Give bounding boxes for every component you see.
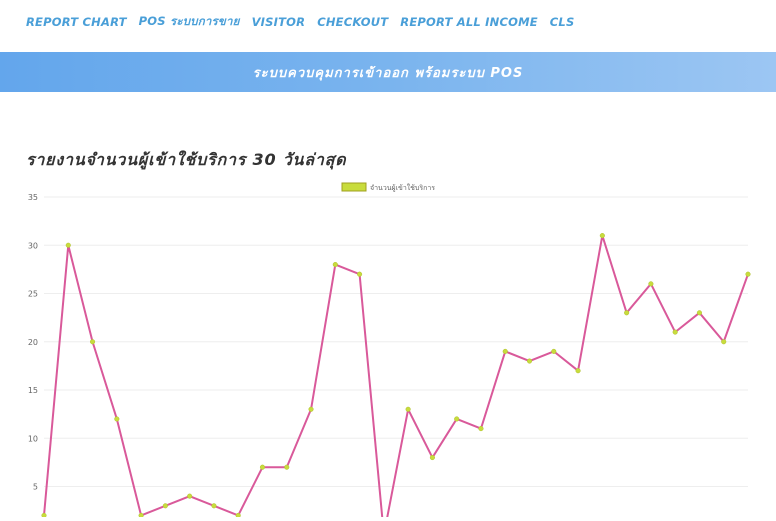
data-point	[259, 464, 266, 470]
data-point	[672, 329, 678, 335]
nav-report-chart[interactable]: REPORT CHART	[26, 15, 127, 29]
data-point	[308, 406, 314, 412]
data-point	[284, 464, 290, 470]
nav-pos[interactable]: POS ระบบการขาย	[139, 13, 240, 31]
data-point	[405, 406, 411, 412]
data-point	[478, 426, 484, 432]
data-point	[162, 503, 168, 509]
line-chart: 5 10 15 20 25 30 35 จำนวนผู้เข้าใช้บริการ	[28, 182, 751, 521]
data-point	[235, 512, 241, 519]
banner-title: ระบบควบคุมการเข้าออก พร้อมระบบ POS	[252, 65, 524, 81]
nav-checkout[interactable]: CHECKOUT	[317, 15, 388, 29]
y-tick-label: 20	[28, 338, 38, 347]
data-point	[745, 271, 751, 277]
nav-report-all-income[interactable]: REPORT ALL INCOME	[400, 15, 537, 29]
y-tick-label: 30	[28, 241, 38, 250]
legend-label: จำนวนผู้เข้าใช้บริการ	[370, 183, 435, 192]
data-point	[41, 512, 47, 519]
series-line	[43, 234, 749, 521]
chart-title: รายงานจำนวนผู้เข้าใช้บริการ 30 วันล่าสุด	[26, 150, 347, 169]
header-banner: ระบบควบคุมการเข้าออก พร้อมระบบ POS	[0, 52, 776, 92]
chart-container: 5 10 15 20 25 30 35 จำนวนผู้เข้าใช้บริการ	[0, 176, 776, 521]
data-point	[502, 348, 508, 354]
y-tick-label: 15	[28, 386, 38, 395]
y-tick-label: 5	[33, 483, 38, 492]
data-point	[648, 281, 654, 287]
data-point	[575, 368, 581, 374]
top-nav: REPORT CHART POS ระบบการขาย VISITOR CHECKOU…	[0, 0, 776, 44]
y-tick-label: 10	[28, 434, 38, 443]
data-point	[65, 242, 71, 248]
data-point	[90, 339, 96, 345]
legend-swatch	[341, 182, 367, 192]
data-point	[357, 271, 363, 277]
data-point	[454, 416, 460, 422]
data-point	[187, 493, 193, 499]
nav-cls[interactable]: CLS	[550, 15, 575, 29]
data-point	[624, 310, 630, 316]
data-point	[696, 310, 702, 316]
data-point	[211, 503, 217, 509]
y-tick-label: 35	[28, 193, 38, 202]
nav-visitor[interactable]: VISITOR	[252, 15, 306, 29]
data-point	[429, 455, 435, 461]
data-point	[551, 348, 557, 354]
data-point	[721, 339, 727, 345]
y-tick-label: 25	[28, 290, 38, 299]
data-point	[599, 233, 605, 239]
data-point	[114, 416, 120, 422]
data-point	[138, 512, 144, 519]
data-point	[526, 358, 533, 364]
data-point	[332, 262, 338, 268]
